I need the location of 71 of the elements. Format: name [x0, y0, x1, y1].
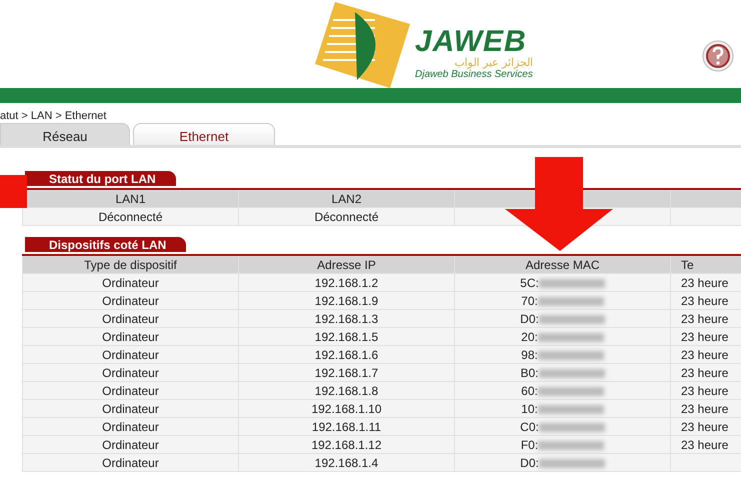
- column-header: Adresse IP: [238, 256, 454, 274]
- table-cell: Ordinateur: [22, 274, 238, 292]
- table-cell: 192.168.1.4: [238, 454, 454, 472]
- table-cell: 23 heure: [670, 382, 741, 400]
- table-cell: 23 heure: [670, 364, 741, 382]
- redacted-block: [538, 278, 605, 288]
- redacted-block: [538, 368, 604, 378]
- annotation-marker: [0, 175, 27, 208]
- table-cell: Ordinateur: [22, 436, 238, 454]
- column-header: LAN2: [238, 190, 454, 208]
- logo-arabic-text: الجزائر عبر الواب: [454, 56, 533, 69]
- section-title: Dispositifs coté LAN: [25, 237, 186, 252]
- table-cell: 23 heure: [670, 310, 741, 328]
- redacted-block: [538, 404, 604, 414]
- column-header: Adresse MAC: [454, 256, 670, 274]
- mac-prefix: B0:: [520, 366, 538, 380]
- table-cell: 23 heure: [670, 436, 741, 454]
- table-cell: Ordinateur: [22, 382, 238, 400]
- table-cell: 192.168.1.12: [238, 436, 454, 454]
- table-cell: Ordinateur: [22, 400, 238, 418]
- table-cell: Ordinateur: [22, 418, 238, 436]
- mac-prefix: D0:: [520, 312, 539, 326]
- table-cell: Ordinateur: [22, 328, 238, 346]
- table-cell: 192.168.1.8: [238, 382, 454, 400]
- table-cell: Ordinateur: [22, 364, 238, 382]
- table-cell: 23 heure: [670, 328, 741, 346]
- column-header: Type de dispositif: [22, 256, 238, 274]
- mac-prefix: 10:: [521, 402, 538, 416]
- table-cell: 192.168.1.9: [238, 292, 454, 310]
- mac-prefix: 5C:: [520, 276, 539, 290]
- mac-prefix: D0:: [520, 456, 539, 470]
- table-cell: 192.168.1.10: [238, 400, 454, 418]
- table-cell: Ordinateur: [22, 346, 238, 364]
- table-cell: 192.168.1.7: [238, 364, 454, 382]
- table-cell: Ordinateur: [22, 292, 238, 310]
- redacted-block: [538, 296, 604, 306]
- logo-tagline: Djaweb Business Services: [415, 69, 533, 80]
- tab[interactable]: Réseau: [0, 123, 130, 145]
- column-header: Te: [670, 256, 741, 274]
- table-cell: 192.168.1.6: [238, 346, 454, 364]
- mac-prefix: 20:: [521, 330, 538, 344]
- table-cell: 23 heure: [670, 274, 741, 292]
- help-icon[interactable]: [702, 40, 734, 72]
- table-cell: Ordinateur: [22, 454, 238, 472]
- mac-prefix: F0:: [520, 438, 538, 452]
- mac-prefix: 98:: [521, 348, 538, 362]
- redacted-block: [538, 350, 604, 360]
- table-cell: Déconnecté: [238, 208, 454, 226]
- table-cell: Déconnecté: [22, 208, 238, 226]
- redacted-block: [538, 422, 605, 432]
- table-cell: 192.168.1.11: [238, 418, 454, 436]
- table-cell: Ordinateur: [22, 310, 238, 328]
- table-cell: 192.168.1.5: [238, 328, 454, 346]
- table-cell: 23 heure: [670, 292, 741, 310]
- section-title: Statut du port LAN: [25, 171, 176, 186]
- table-cell: 192.168.1.3: [238, 310, 454, 328]
- logo-name: JAWEB: [415, 26, 527, 57]
- redacted-block: [538, 332, 604, 342]
- redacted-block: [538, 458, 605, 468]
- mac-prefix: 60:: [521, 384, 538, 398]
- table-cell: 23 heure: [670, 346, 741, 364]
- table-cell: 23 heure: [670, 400, 741, 418]
- redacted-block: [538, 314, 605, 324]
- table-cell: 192.168.1.2: [238, 274, 454, 292]
- mac-prefix: C0:: [520, 420, 539, 434]
- mac-prefix: 70:: [521, 294, 538, 308]
- breadcrumb: atut > LAN > Ethernet: [0, 109, 108, 123]
- redacted-block: [538, 386, 604, 396]
- tab[interactable]: Ethernet: [133, 123, 275, 145]
- redacted-block: [538, 440, 604, 450]
- table-cell: 23 heure: [670, 418, 741, 436]
